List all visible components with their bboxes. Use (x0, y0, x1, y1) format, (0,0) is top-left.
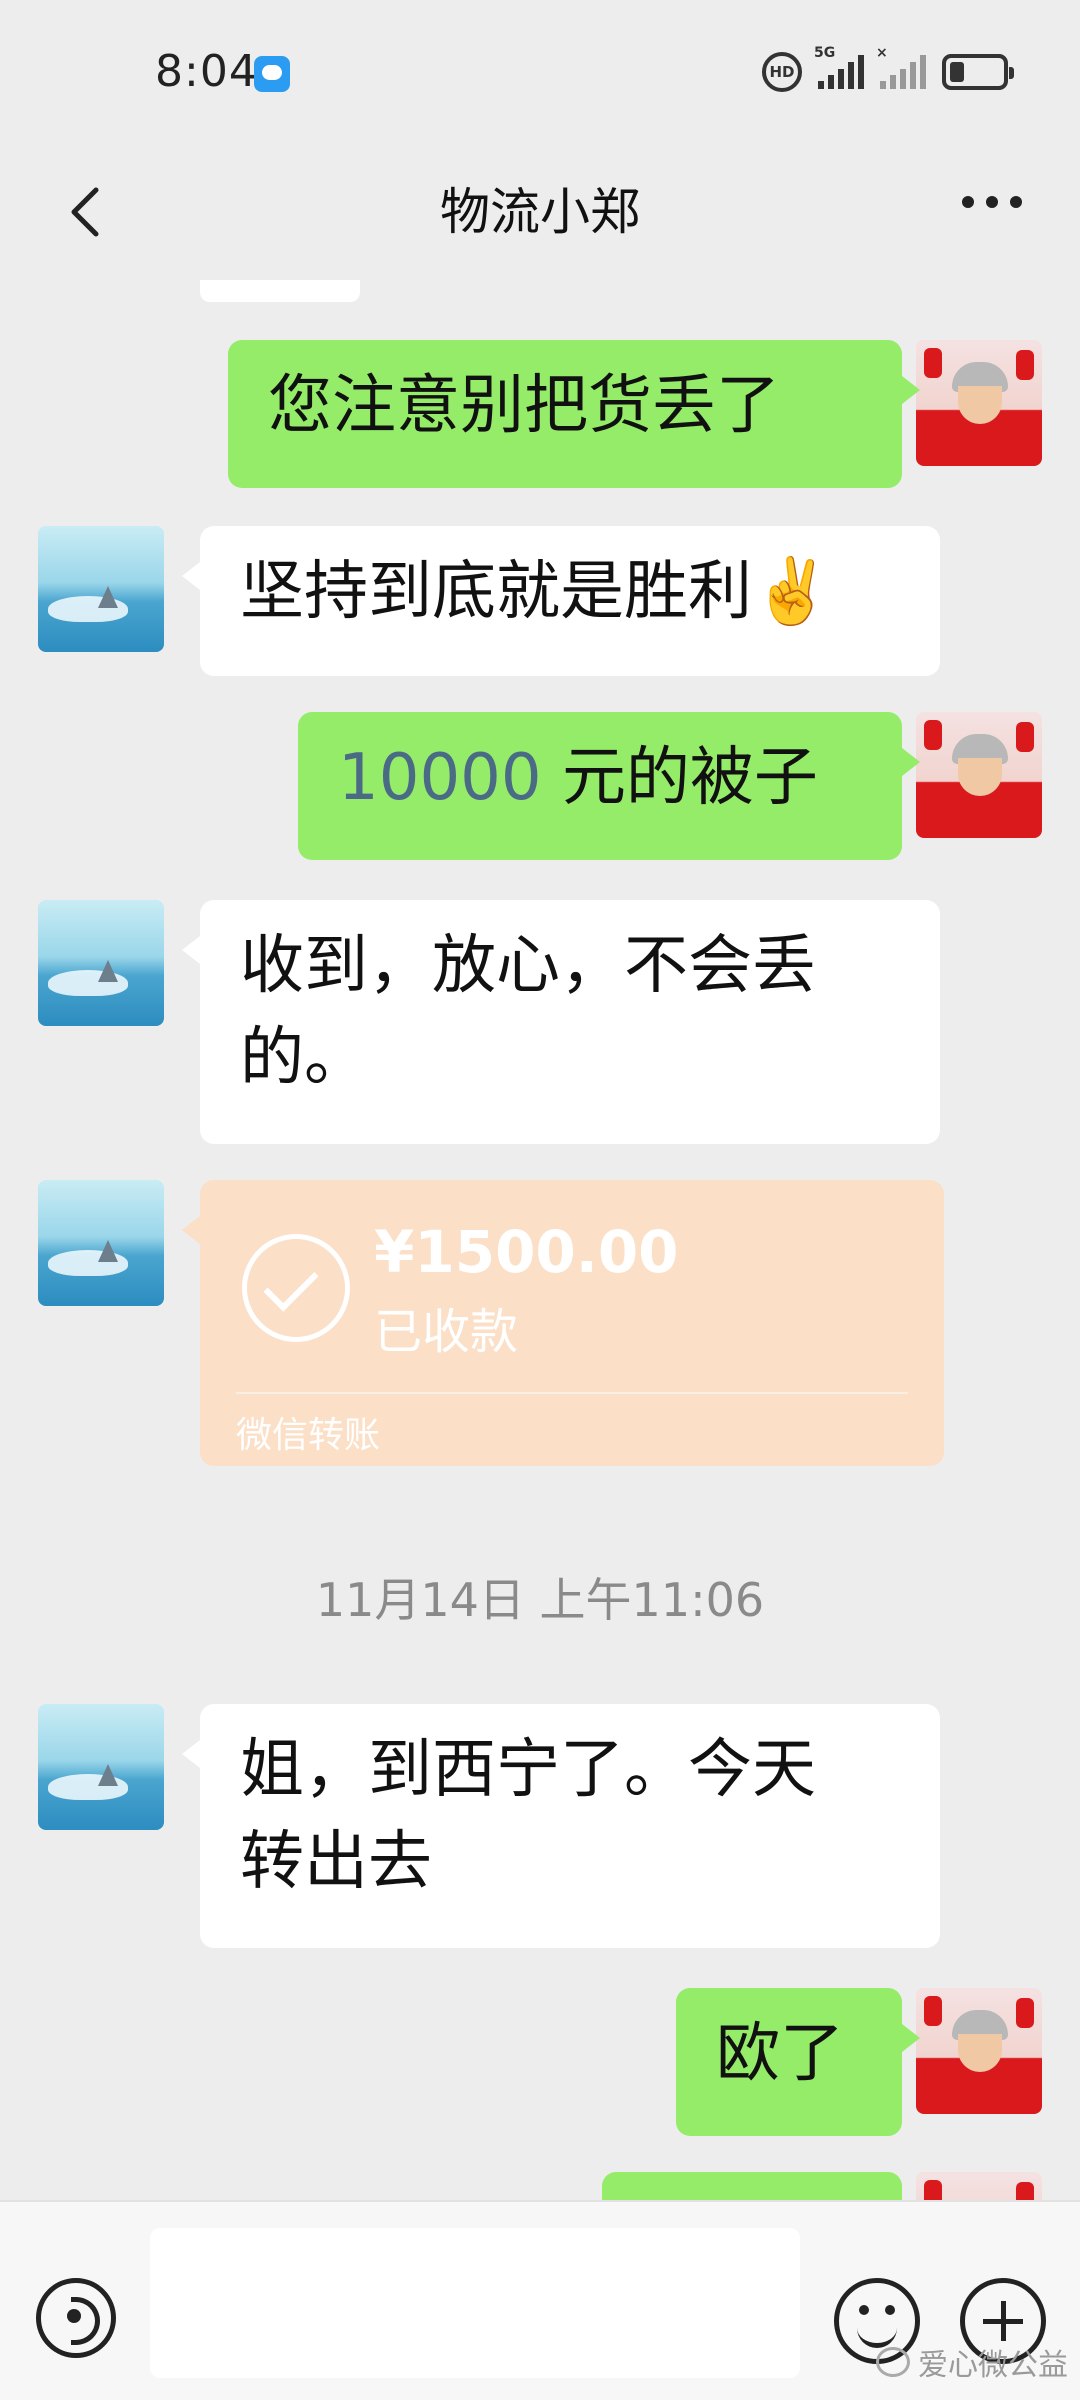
transfer-card[interactable]: ¥1500.00 已收款 微信转账 (182, 1180, 944, 1466)
message-text-line: 姐，到西宁了。今天 (240, 1733, 816, 1807)
message-list[interactable]: 您注意别把货丢了 坚持到底就是胜利✌️ 10000 元的被子 收到，放心，不会丢… (0, 280, 1080, 2200)
chat-timestamp: 11月14日 上午11:06 (315, 1573, 765, 1627)
check-circle-icon (242, 1234, 350, 1342)
status-icons: HD 5G × (762, 45, 1014, 92)
peer-avatar[interactable] (38, 1180, 164, 1306)
self-avatar[interactable] (916, 340, 1042, 466)
message-notification-icon (254, 56, 290, 92)
self-avatar[interactable] (916, 712, 1042, 838)
chat-header: 物流小郑 (0, 150, 1080, 280)
transfer-status: 已收款 (374, 1304, 519, 1360)
message-text-line: 转出去 (240, 1825, 432, 1899)
message-text-line: 收到，放心，不会丢 (240, 929, 816, 1003)
more-options-icon[interactable] (962, 196, 1022, 210)
message-bubble-peer[interactable]: 姐，到西宁了。今天 转出去 (182, 1704, 940, 1948)
network-5g-label: 5G (814, 45, 836, 61)
message-text-line: 的。 (240, 1021, 368, 1095)
message-bubble-self[interactable]: 10000 元的被子 (298, 712, 920, 860)
hd-icon: HD (762, 52, 802, 92)
previous-message-stub (200, 280, 360, 302)
message-bubble-peer[interactable]: 坚持到底就是胜利✌️ (182, 526, 940, 676)
transfer-amount: ¥1500.00 (374, 1218, 679, 1286)
signal-secondary-icon: × (876, 45, 926, 89)
message-bubble-self-partial[interactable] (602, 2172, 902, 2200)
peer-avatar[interactable] (38, 1704, 164, 1830)
message-bubble-self[interactable]: 您注意别把货丢了 (228, 340, 920, 488)
no-signal-mark: × (876, 45, 888, 61)
voice-input-icon[interactable] (36, 2278, 116, 2358)
watermark: 爱心微公益 (876, 2340, 1068, 2384)
divider (236, 1392, 908, 1394)
status-bar: 8:04 HD 5G × (0, 0, 1080, 150)
chat-title: 物流小郑 (440, 183, 640, 241)
message-input[interactable] (150, 2228, 800, 2378)
message-bubble-self[interactable]: 欧了 (676, 1988, 920, 2136)
message-bubble-peer[interactable]: 收到，放心，不会丢 的。 (182, 900, 940, 1144)
message-text: 坚持到底就是胜利✌️ (240, 555, 832, 629)
watermark-logo-icon (876, 2347, 910, 2377)
battery-icon (942, 54, 1014, 90)
peer-avatar[interactable] (38, 526, 164, 652)
transfer-type-label: 微信转账 (236, 1415, 381, 1456)
message-number: 10000 (338, 741, 542, 815)
message-text: 欧了 (716, 2017, 844, 2091)
message-text: 元的被子 (541, 741, 818, 815)
peer-avatar[interactable] (38, 900, 164, 1026)
self-avatar[interactable] (916, 1988, 1042, 2114)
message-text: 您注意别把货丢了 (268, 369, 780, 443)
signal-5g-icon: 5G (814, 45, 864, 89)
status-time: 8:04 (155, 46, 258, 97)
watermark-text: 爱心微公益 (918, 2348, 1068, 2383)
self-avatar[interactable] (916, 2172, 1042, 2200)
